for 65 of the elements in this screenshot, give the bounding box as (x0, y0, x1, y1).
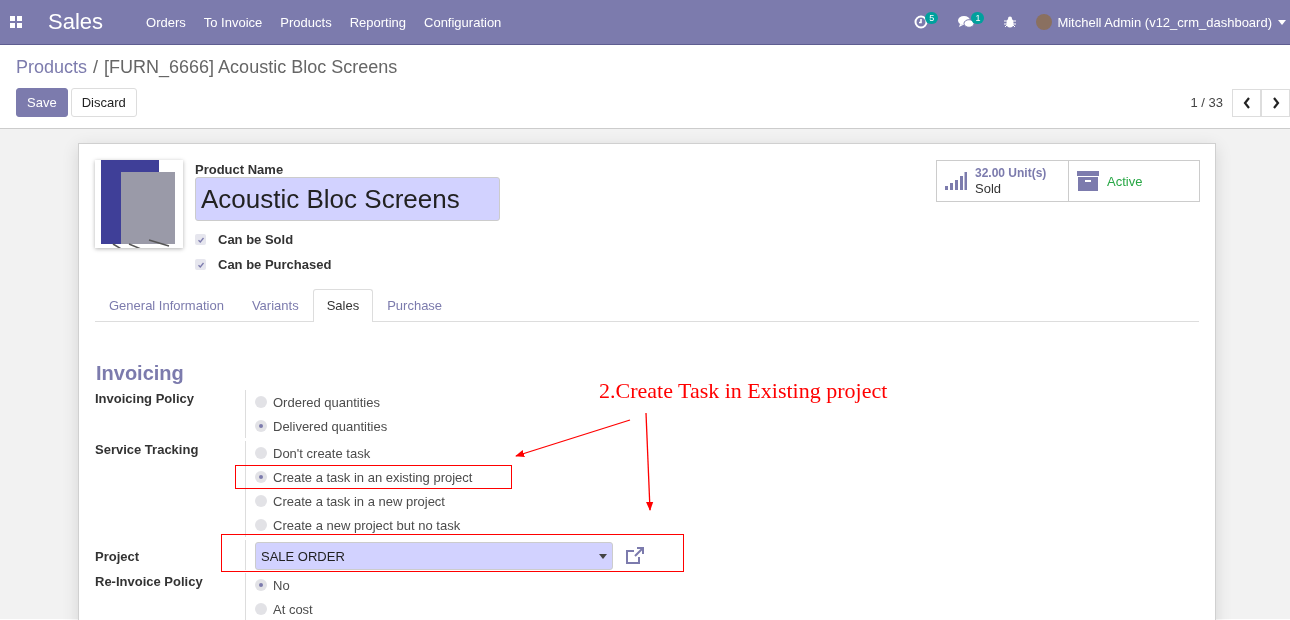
active-toggle-button[interactable]: Active (1068, 161, 1199, 201)
radio-button[interactable] (255, 471, 267, 483)
pager-counter: 1 / 33 (1190, 95, 1223, 110)
section-heading: Invoicing (96, 362, 185, 385)
product-name-field[interactable]: Acoustic Bloc Screens (195, 177, 500, 221)
checkbox[interactable] (195, 234, 206, 245)
checkbox-label: Can be Purchased (218, 257, 332, 272)
clock-icon[interactable] (914, 15, 929, 29)
tab[interactable]: General Information (95, 289, 238, 321)
tab[interactable]: Purchase (373, 289, 457, 321)
chevron-right-icon (1271, 96, 1280, 109)
checkbox-label: Can be Sold (218, 232, 294, 247)
radio-label: Create a task in an existing project (273, 469, 473, 485)
chevron-left-icon (1242, 96, 1251, 109)
message-count-badge: 1 (971, 12, 985, 24)
activity-count-badge: 5 (925, 12, 939, 24)
radio-label: Create a new project but no task (273, 517, 461, 533)
radio-button[interactable] (255, 519, 267, 531)
radio-button[interactable] (255, 579, 267, 591)
sold-stat-button[interactable]: 32.00 Unit(s) Sold (937, 161, 1068, 201)
caret-icon (599, 553, 607, 559)
menu-item[interactable]: Reporting (340, 14, 415, 30)
field-label: Re-Invoice Policy (95, 573, 204, 591)
next-button[interactable] (1261, 88, 1290, 117)
product-name-label: Product Name (195, 162, 285, 177)
radio-button[interactable] (255, 603, 267, 615)
bar-chart-icon (945, 172, 967, 190)
field-label: Project (95, 548, 141, 566)
radio-button[interactable] (255, 396, 267, 408)
user-menu[interactable]: Mitchell Admin (v12_crm_dashboard) (1057, 14, 1272, 30)
radio-label: Delivered quantities (273, 418, 388, 434)
menu-item[interactable]: Orders (137, 14, 195, 30)
radio-label: Create a task in a new project (273, 493, 445, 509)
annotation-text: 2.Create Task in Existing project (599, 378, 888, 404)
field-label: Invoicing Policy (95, 390, 195, 408)
bug-icon[interactable] (1004, 16, 1017, 28)
project-select[interactable]: SALE ORDER (255, 542, 613, 570)
radio-label: Don't create task (273, 445, 371, 461)
apps-menu-icon[interactable] (10, 16, 22, 28)
menu-item[interactable]: Products (271, 14, 341, 30)
sold-label: Sold (975, 181, 1003, 196)
breadcrumb-link[interactable]: Products (16, 57, 88, 88)
app-title: Sales (48, 9, 104, 35)
radio-label: No (273, 577, 290, 593)
menu-item[interactable]: Configuration (415, 14, 511, 30)
discard-button[interactable]: Discard (70, 88, 137, 117)
checkbox[interactable] (195, 259, 206, 270)
archive-box-icon (1077, 171, 1099, 191)
radio-button[interactable] (255, 420, 267, 432)
field-label: Service Tracking (95, 441, 200, 459)
caret-icon[interactable] (1278, 19, 1286, 25)
external-link-icon[interactable] (625, 547, 645, 565)
sold-quantity: 32.00 Unit(s) (975, 166, 1047, 181)
menu-item[interactable]: To Invoice (194, 14, 272, 30)
save-button[interactable]: Save (16, 88, 68, 117)
breadcrumb-current: [FURN_6666] Acoustic Bloc Screens (104, 57, 398, 80)
tab[interactable]: Variants (237, 289, 313, 321)
radio-label: At cost (273, 601, 313, 617)
radio-button[interactable] (255, 447, 267, 459)
previous-button[interactable] (1232, 88, 1261, 117)
tab[interactable]: Sales (312, 289, 374, 322)
active-status: Active (1107, 173, 1143, 189)
breadcrumb-separator: / (93, 57, 99, 79)
radio-button[interactable] (255, 495, 267, 507)
radio-label: Ordered quantities (273, 394, 380, 410)
